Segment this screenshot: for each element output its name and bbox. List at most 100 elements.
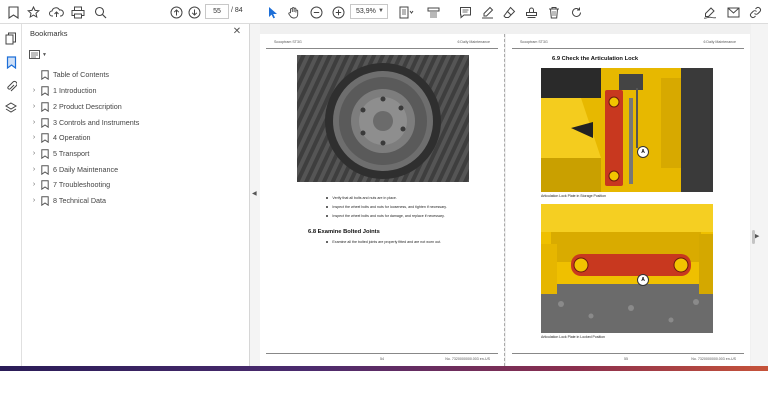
bookmark-options-button[interactable]: ▼ <box>29 49 49 60</box>
highlight-pen-icon[interactable] <box>480 4 494 20</box>
chevron-right-icon[interactable]: › <box>30 181 38 188</box>
bookmark-icon <box>41 85 49 96</box>
rotate-icon[interactable] <box>569 4 583 20</box>
page-up-icon[interactable] <box>169 4 183 20</box>
delete-icon[interactable] <box>547 4 561 20</box>
bookmark-item-table-of-contents[interactable]: › Table of Contents <box>30 68 109 81</box>
hand-tool-icon[interactable] <box>286 4 300 20</box>
eraser-icon[interactable] <box>502 4 516 20</box>
page-header-left: Scooptram ST3G <box>274 40 302 44</box>
bookmark-icon <box>41 117 49 128</box>
select-cursor-icon[interactable] <box>265 4 279 20</box>
bookmark-label: 8 Technical Data <box>53 196 107 205</box>
print-icon[interactable] <box>70 4 86 20</box>
bookmark-label: 7 Troubleshooting <box>53 180 111 189</box>
page-header-right: 6 Daily Maintenance <box>457 40 490 44</box>
chevron-down-icon: ▼ <box>378 8 384 14</box>
bookmarks-panel-title: Bookmarks <box>30 29 68 38</box>
zoom-out-icon[interactable] <box>309 4 323 20</box>
search-icon[interactable] <box>93 4 107 20</box>
bullet-item: Inspect the wheel bolts and nuts for dam… <box>326 214 445 218</box>
header-rule <box>512 48 744 49</box>
bookmark-label: 5 Transport <box>53 149 90 158</box>
bookmark-item-product-description[interactable]: › 2 Product Description <box>30 100 122 113</box>
layers-icon[interactable] <box>4 100 18 116</box>
figure-caption: Articulation Lock Plate in Locked Positi… <box>541 335 606 339</box>
articulation-lock-storage-photo: A <box>541 68 713 192</box>
bookmark-item-introduction[interactable]: › 1 Introduction <box>30 84 97 97</box>
bookmarks-panel-icon[interactable] <box>4 54 18 70</box>
zoom-level-value: 53,9% <box>356 8 376 15</box>
stamp-icon[interactable] <box>524 4 538 20</box>
callout-marker: A <box>637 146 649 158</box>
page-down-icon[interactable] <box>187 4 201 20</box>
link-icon[interactable] <box>748 4 762 20</box>
figure-caption: Articulation Lock Plate in Storage Posit… <box>541 194 606 198</box>
bookmark-item-transport[interactable]: › 5 Transport <box>30 147 89 160</box>
comment-icon[interactable] <box>458 4 472 20</box>
bookmark-icon <box>41 164 49 175</box>
page-number-input[interactable]: 55 <box>205 4 229 19</box>
bookmark-label: 6 Daily Maintenance <box>53 165 119 174</box>
taskbar-strip <box>0 366 768 371</box>
chevron-right-icon[interactable]: › <box>30 150 38 157</box>
bullet-item: Verify that all bolts and nuts are in pl… <box>326 196 397 200</box>
wheel-photo <box>297 55 469 182</box>
close-icon[interactable]: ✕ <box>231 26 243 38</box>
panel-collapse-handle[interactable]: ◀ <box>250 24 260 366</box>
bookmark-icon <box>41 101 49 112</box>
chevron-right-icon[interactable]: › <box>30 87 38 94</box>
page-footer-doc: No. 7320000000.003 en-US <box>691 357 736 361</box>
document-viewport[interactable]: Scooptram ST3G 6 Daily Maintenance Verif… <box>260 24 751 394</box>
vertical-scrollbar-thumb[interactable] <box>752 230 755 244</box>
bookmark-add-icon[interactable] <box>6 4 20 20</box>
star-icon[interactable] <box>26 4 40 20</box>
bookmark-item-technical-data[interactable]: › 8 Technical Data <box>30 194 106 207</box>
page-layout-icon[interactable] <box>426 4 440 20</box>
footer-rule <box>512 353 744 354</box>
bookmark-icon <box>41 69 49 80</box>
bookmark-item-troubleshooting[interactable]: › 7 Troubleshooting <box>30 178 110 191</box>
header-rule <box>266 48 498 49</box>
callout-marker: A <box>637 274 649 286</box>
mail-icon[interactable] <box>726 4 740 20</box>
right-panel-handle[interactable]: ▶ <box>751 24 768 366</box>
page-total: / 84 <box>231 7 243 14</box>
articulation-lock-locked-photo: A <box>541 204 713 333</box>
page-header-right: 6 Daily Maintenance <box>703 40 736 44</box>
chevron-right-icon[interactable]: › <box>30 134 38 141</box>
chevron-down-icon: ▼ <box>42 51 47 58</box>
bookmark-icon <box>41 195 49 206</box>
bookmark-item-controls-and-instruments[interactable]: › 3 Controls and Instruments <box>30 116 139 129</box>
bullet-item: Inspect the wheel bolts and nuts for loo… <box>326 205 447 209</box>
document-page-right: Scooptram ST3G 6 Daily Maintenance 6.9 C… <box>506 34 750 394</box>
bullet-text: Inspect the wheel bolts and nuts for dam… <box>332 214 445 218</box>
fit-page-icon[interactable] <box>398 4 414 20</box>
sign-icon[interactable] <box>703 4 717 20</box>
chevron-right-icon[interactable]: › <box>30 103 38 110</box>
bookmark-label: 4 Operation <box>53 133 91 142</box>
chevron-right-icon[interactable]: › <box>30 197 38 204</box>
chevron-right-icon[interactable]: › <box>30 119 38 126</box>
document-page-left: Scooptram ST3G 6 Daily Maintenance Verif… <box>260 34 504 394</box>
bullet-text: Inspect the wheel bolts and nuts for loo… <box>332 205 447 209</box>
chevron-right-icon[interactable]: › <box>30 166 38 173</box>
zoom-level-select[interactable]: 53,9% ▼ <box>350 4 388 19</box>
bookmark-icon <box>41 132 49 143</box>
bookmark-item-operation[interactable]: › 4 Operation <box>30 131 91 144</box>
chevron-left-icon[interactable]: ◀ <box>252 190 257 197</box>
navigation-rail <box>0 24 22 366</box>
zoom-in-icon[interactable] <box>331 4 345 20</box>
bullet-text: Verify that all bolts and nuts are in pl… <box>332 196 397 200</box>
bookmarks-panel: Bookmarks ✕ ▼ › Table of Contents › 1 In… <box>22 24 250 366</box>
page-footer-number: 54 <box>380 357 384 361</box>
attachment-icon[interactable] <box>4 78 18 94</box>
page-thumbnails-icon[interactable] <box>4 30 18 46</box>
bookmark-label: 1 Introduction <box>53 86 97 95</box>
section-title: 6.8 Examine Bolted Joints <box>308 229 380 235</box>
bookmark-item-daily-maintenance[interactable]: › 6 Daily Maintenance <box>30 163 118 176</box>
bookmark-label: 2 Product Description <box>53 102 122 111</box>
cloud-upload-icon[interactable] <box>48 4 64 20</box>
footer-rule <box>266 353 498 354</box>
page-footer-doc: No. 7320000000.003 en-US <box>445 357 490 361</box>
